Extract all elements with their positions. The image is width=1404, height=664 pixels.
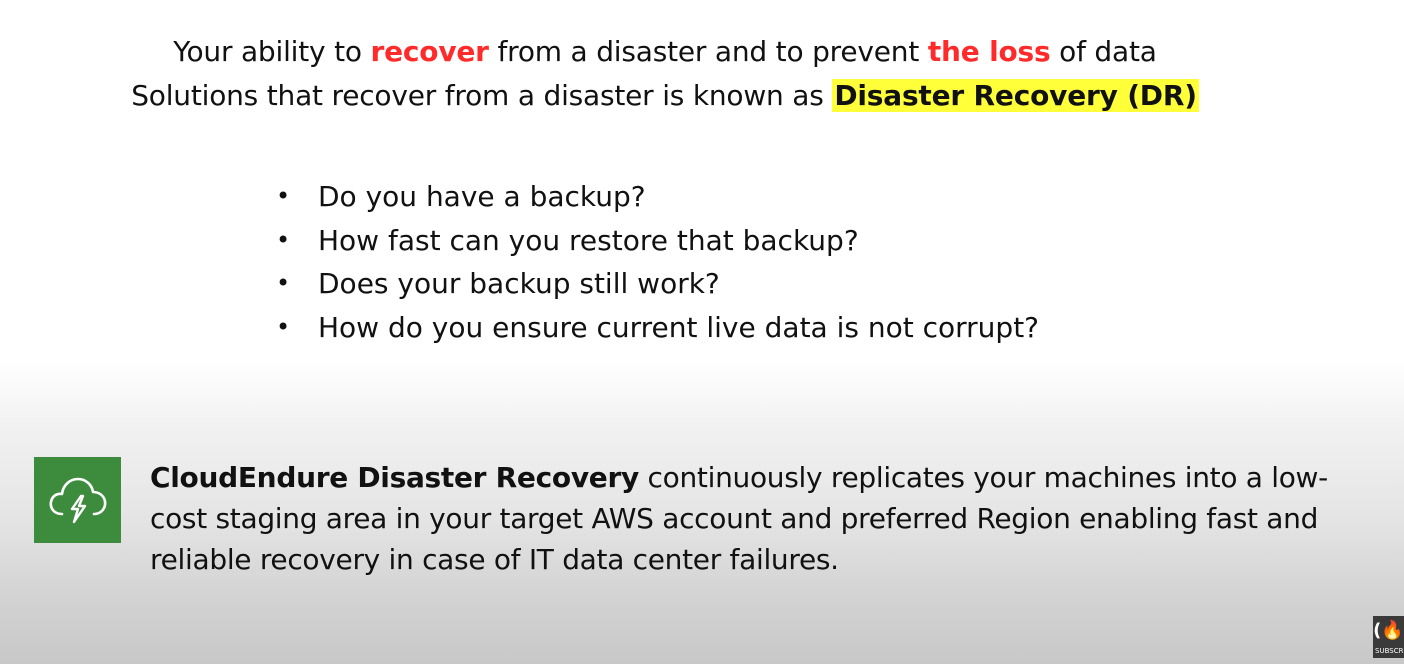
heading-line-2: Solutions that recover from a disaster i… (0, 74, 1330, 118)
service-name: CloudEndure Disaster Recovery (150, 461, 639, 494)
list-item-text: How fast can you restore that backup? (318, 223, 859, 257)
question-list: • Do you have a backup? • How fast can you… (276, 175, 1039, 349)
list-item: • Do you have a backup? (276, 175, 1039, 219)
list-item: • Does your backup still work? (276, 262, 1039, 306)
heading-text: from a disaster and to prevent (488, 35, 928, 68)
list-item-text: Do you have a backup? (318, 180, 646, 213)
service-description: CloudEndure Disaster Recovery continuous… (150, 457, 1380, 580)
list-item: • How do you ensure current live data is … (276, 306, 1039, 350)
bullet-icon: • (276, 225, 291, 254)
cloud-lightning-icon (34, 457, 121, 543)
subscribe-label: SUBSCRIBE (1375, 647, 1404, 655)
subscribe-badge[interactable]: (🔥 SUBSCRIBE (1373, 616, 1404, 658)
list-item: • How fast can you restore that backup? (276, 219, 1039, 263)
heading-text: of data (1050, 35, 1157, 68)
heading-text: Your ability to (173, 35, 371, 68)
heading: Your ability to recover from a disaster … (0, 30, 1330, 118)
bullet-icon: • (276, 312, 291, 341)
list-item-text: Does your backup still work? (318, 267, 720, 300)
emphasis-recover: recover (370, 35, 489, 68)
bullet-icon: • (276, 269, 291, 297)
list-item-text: How do you ensure current live data is n… (318, 310, 1040, 344)
heading-line-1: Your ability to recover from a disaster … (0, 30, 1330, 74)
emphasis-the-loss: the loss (927, 35, 1051, 68)
bullet-icon: • (276, 182, 291, 210)
highlight-disaster-recovery: Disaster Recovery (DR) (832, 79, 1199, 112)
heading-text: Solutions that recover from a disaster i… (131, 79, 833, 112)
freecodecamp-icon: (🔥 (1373, 620, 1404, 641)
